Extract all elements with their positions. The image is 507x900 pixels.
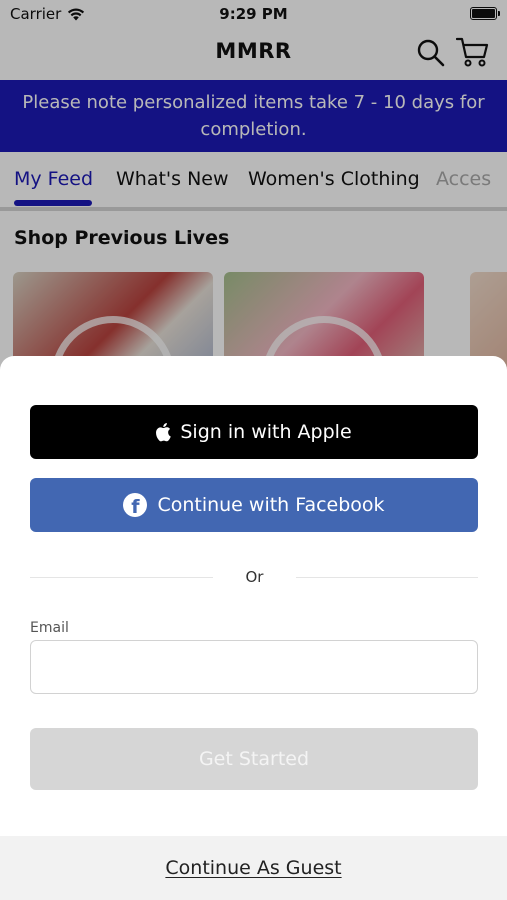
get-started-button[interactable]: Get Started [30,728,478,790]
sign-in-sheet: Sign in with Apple f Continue with Faceb… [0,356,507,900]
divider-line [296,577,478,578]
facebook-logo-icon: f [123,493,148,517]
email-field[interactable] [30,640,478,694]
apple-button-label: Sign in with Apple [180,421,352,443]
facebook-button-label: Continue with Facebook [157,494,385,516]
or-divider: Or [30,566,478,588]
email-label: Email [30,620,69,636]
apple-logo-icon [156,422,172,441]
continue-with-facebook-button[interactable]: f Continue with Facebook [30,478,478,532]
continue-as-guest-link[interactable]: Continue As Guest [165,857,341,879]
get-started-label: Get Started [198,748,310,770]
divider-line [30,577,213,578]
guest-footer: Continue As Guest [0,836,507,900]
sign-in-with-apple-button[interactable]: Sign in with Apple [30,405,478,459]
or-label: Or [245,568,264,586]
